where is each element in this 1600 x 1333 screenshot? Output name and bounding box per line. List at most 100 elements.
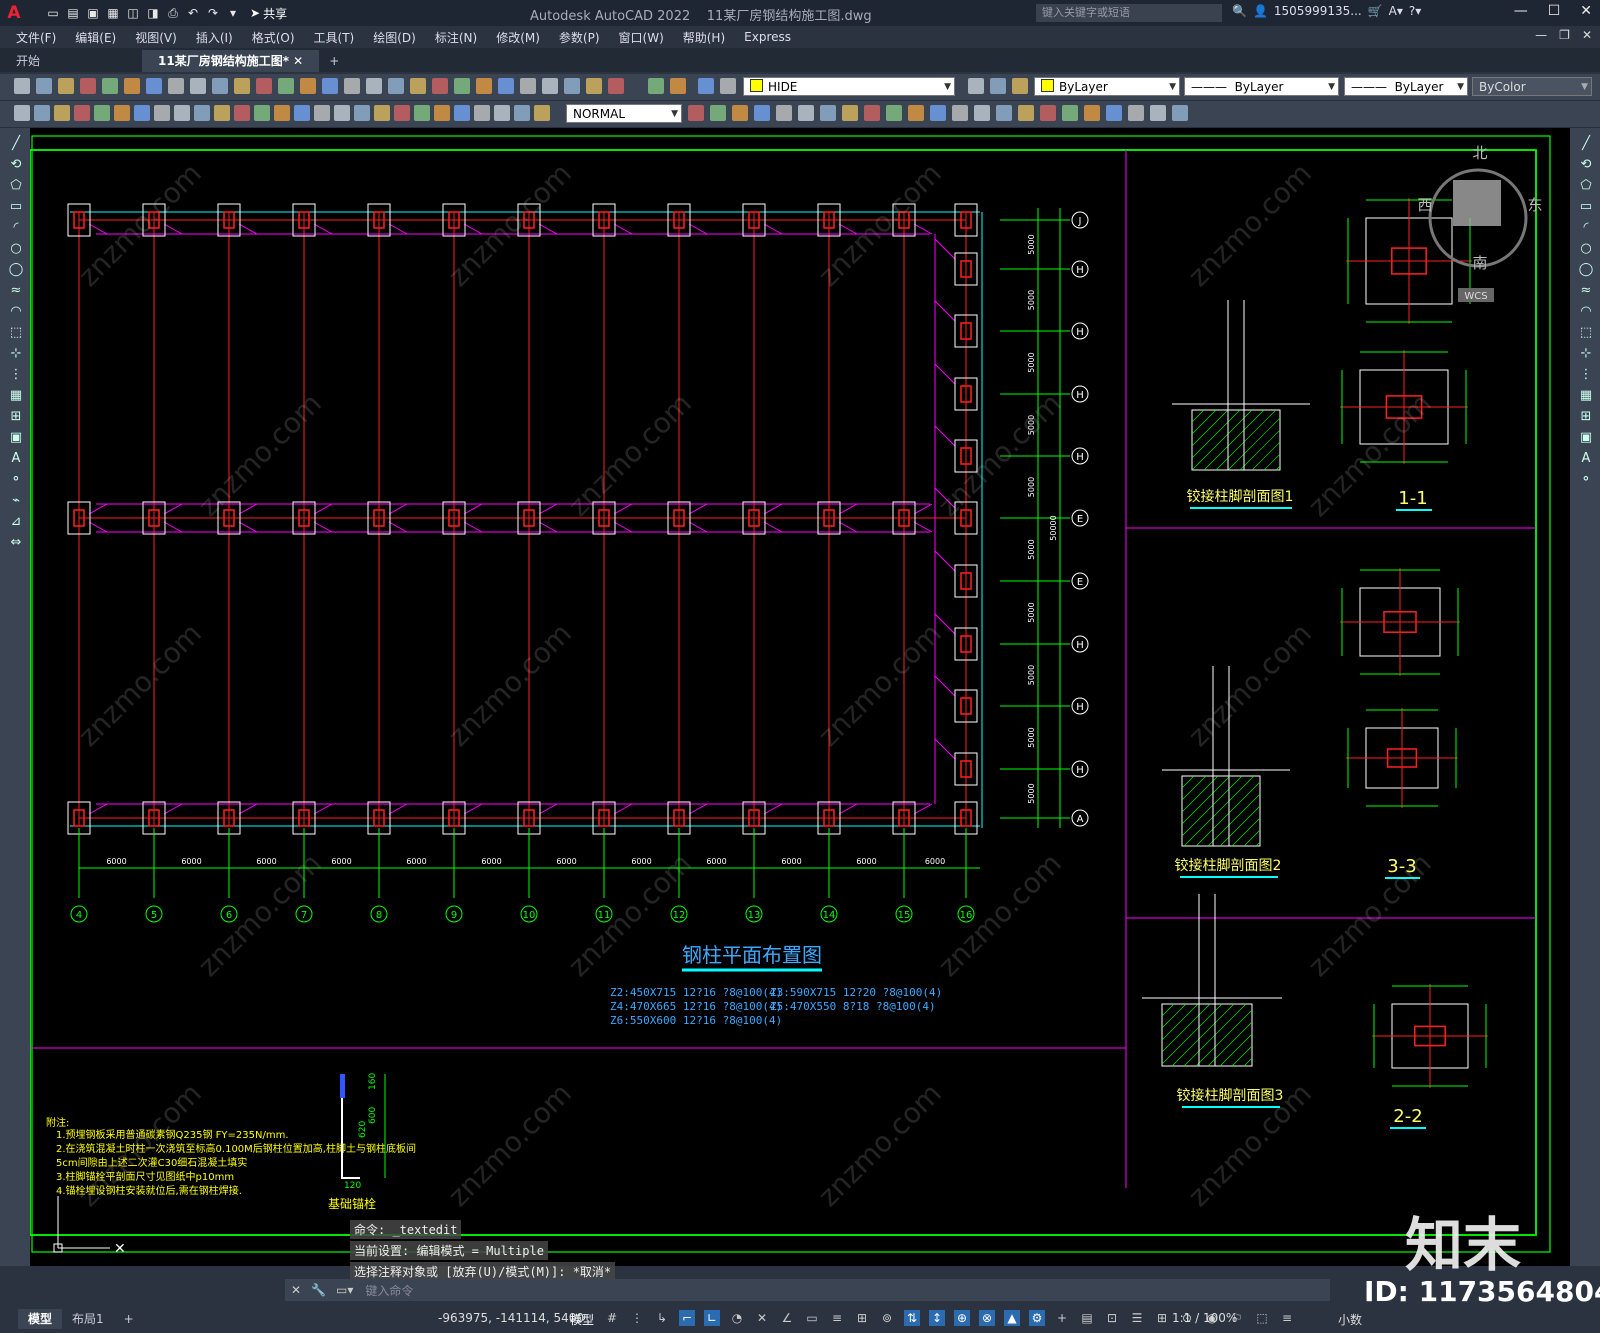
new-icon[interactable]: ▭ — [44, 4, 62, 22]
drawing-canvas[interactable]: 6000 6000 6000 6000 6000 6000 6000 6000 6000 6000… — [30, 128, 1570, 1266]
viewcube-top[interactable] — [1453, 180, 1501, 226]
toolbar-tool-icon[interactable] — [720, 78, 736, 94]
model-space-toggle[interactable]: 模型 — [570, 1311, 594, 1328]
toolbar-tool-icon[interactable] — [1084, 105, 1100, 121]
annotation-scale[interactable]: 1:1 / 100% — [1172, 1311, 1237, 1325]
toolbar-tool-icon[interactable] — [930, 105, 946, 121]
toolbar-tool-icon[interactable] — [134, 105, 150, 121]
toolbar-tool-icon[interactable] — [388, 78, 404, 94]
side-tool-icon[interactable]: A — [8, 451, 24, 467]
toolbar-tool-icon[interactable] — [864, 105, 880, 121]
share-button[interactable]: ➤ 共享 — [250, 5, 287, 22]
maximize-icon[interactable]: ☐ — [1548, 3, 1561, 19]
toolbar-tool-icon[interactable] — [564, 78, 580, 94]
side-tool-icon[interactable]: ◠ — [8, 304, 24, 320]
menu-dimension[interactable]: 标注(N) — [435, 29, 477, 46]
toolbar-tool-icon[interactable] — [608, 78, 624, 94]
menu-tools[interactable]: 工具(T) — [314, 29, 355, 46]
side-tool-icon[interactable]: ⌁ — [8, 493, 24, 509]
toolbar-tool-icon[interactable] — [514, 105, 530, 121]
status-toggle-icon[interactable]: ⊞ — [854, 1310, 870, 1326]
help-search-input[interactable]: 键入关键字或短语 — [1036, 4, 1222, 22]
side-tool-icon[interactable]: ○ — [8, 241, 24, 257]
toolbar-tool-icon[interactable] — [968, 78, 984, 94]
toolbar-tool-icon[interactable] — [990, 78, 1006, 94]
side-tool-icon[interactable]: ⇔ — [8, 535, 24, 551]
toolbar-tool-icon[interactable] — [366, 78, 382, 94]
doc-minimize-icon[interactable]: — — [1535, 28, 1547, 42]
toolbar-tool-icon[interactable] — [410, 78, 426, 94]
tab-drawing[interactable]: 11某厂房钢结构施工图* ✕ — [142, 50, 320, 72]
redo-icon[interactable]: ↷ — [204, 4, 222, 22]
doc-restore-icon[interactable]: ❐ — [1559, 28, 1570, 42]
toolbar-tool-icon[interactable] — [124, 78, 140, 94]
toolbar-tool-icon[interactable] — [80, 78, 96, 94]
toolbar-tool-icon[interactable] — [1150, 105, 1166, 121]
cursor-coordinates[interactable]: -963975, -141114, 5400 — [438, 1311, 584, 1325]
side-tool-icon[interactable]: ◯ — [8, 262, 24, 278]
menu-edit[interactable]: 编辑(E) — [75, 29, 116, 46]
status-toggle-icon[interactable]: # — [604, 1310, 620, 1326]
toolbar-tool-icon[interactable] — [278, 78, 294, 94]
toolbar-tool-icon[interactable] — [1128, 105, 1144, 121]
side-tool-icon[interactable]: ○ — [1578, 241, 1594, 257]
minimize-icon[interactable]: — — [1514, 3, 1528, 19]
toolbar-tool-icon[interactable] — [414, 105, 430, 121]
toolbar-tool-icon[interactable] — [1062, 105, 1078, 121]
save-icon[interactable]: ▣ — [84, 4, 102, 22]
command-recent-icon[interactable]: ▭▾ — [336, 1283, 353, 1297]
units-display[interactable]: 小数 — [1338, 1311, 1362, 1328]
toolbar-tool-icon[interactable] — [234, 105, 250, 121]
toolbar-tool-icon[interactable] — [334, 105, 350, 121]
toolbar-tool-icon[interactable] — [194, 105, 210, 121]
menu-express[interactable]: Express — [744, 30, 791, 44]
status-toggle-icon[interactable]: ⚙ — [1029, 1310, 1045, 1326]
menu-draw[interactable]: 绘图(D) — [373, 29, 416, 46]
toolbar-tool-icon[interactable] — [1106, 105, 1122, 121]
toolbar-tool-icon[interactable] — [58, 78, 74, 94]
status-toggle-icon[interactable]: ⊚ — [879, 1310, 895, 1326]
menu-parametric[interactable]: 参数(P) — [559, 29, 600, 46]
toolbar-tool-icon[interactable] — [498, 78, 514, 94]
side-tool-icon[interactable]: ▭ — [8, 199, 24, 215]
side-tool-icon[interactable]: ⊹ — [8, 346, 24, 362]
toolbar-tool-icon[interactable] — [254, 105, 270, 121]
toolbar-tool-icon[interactable] — [300, 78, 316, 94]
menu-window[interactable]: 窗口(W) — [619, 29, 664, 46]
save-web-icon[interactable]: ◨ — [144, 4, 162, 22]
linetype-dropdown[interactable]: ——— ByLayer ▼ — [1184, 77, 1339, 96]
tab-start[interactable]: 开始 — [0, 50, 142, 72]
side-tool-icon[interactable]: A — [1578, 451, 1594, 467]
customize-qat-icon[interactable]: ▾ — [224, 4, 242, 22]
side-tool-icon[interactable]: ◜ — [1578, 220, 1594, 236]
status-toggle-icon[interactable]: ∟ — [704, 1310, 720, 1326]
toolbar-tool-icon[interactable] — [454, 78, 470, 94]
toolbar-tool-icon[interactable] — [34, 105, 50, 121]
status-toggle-icon[interactable]: ⊗ — [979, 1310, 995, 1326]
status-toggle-icon[interactable]: ◔ — [729, 1310, 745, 1326]
side-tool-icon[interactable]: ⬚ — [1578, 325, 1594, 341]
dimstyle-dropdown[interactable]: NORMAL ▼ — [566, 104, 682, 123]
side-tool-icon[interactable]: ◜ — [8, 220, 24, 236]
toolbar-tool-icon[interactable] — [434, 105, 450, 121]
toolbar-tool-icon[interactable] — [670, 78, 686, 94]
toolbar-tool-icon[interactable] — [534, 105, 550, 121]
toolbar-tool-icon[interactable] — [168, 78, 184, 94]
toolbar-tool-icon[interactable] — [908, 105, 924, 121]
toolbar-tool-icon[interactable] — [36, 78, 52, 94]
toolbar-tool-icon[interactable] — [776, 105, 792, 121]
toolbar-tool-icon[interactable] — [1012, 78, 1028, 94]
lineweight-dropdown[interactable]: ——— ByLayer ▼ — [1344, 77, 1468, 96]
toolbar-tool-icon[interactable] — [798, 105, 814, 121]
color-dropdown[interactable]: ByLayer ▼ — [1034, 77, 1180, 96]
toolbar-tool-icon[interactable] — [174, 105, 190, 121]
toolbar-tool-icon[interactable] — [710, 105, 726, 121]
side-tool-icon[interactable]: ⟲ — [8, 157, 24, 173]
menu-insert[interactable]: 插入(I) — [196, 29, 233, 46]
toolbar-tool-icon[interactable] — [974, 105, 990, 121]
toolbar-tool-icon[interactable] — [698, 78, 714, 94]
toolbar-tool-icon[interactable] — [476, 78, 492, 94]
toolbar-tool-icon[interactable] — [256, 78, 272, 94]
status-toggle-icon[interactable]: ⬚ — [1254, 1310, 1270, 1326]
undo-icon[interactable]: ↶ — [184, 4, 202, 22]
